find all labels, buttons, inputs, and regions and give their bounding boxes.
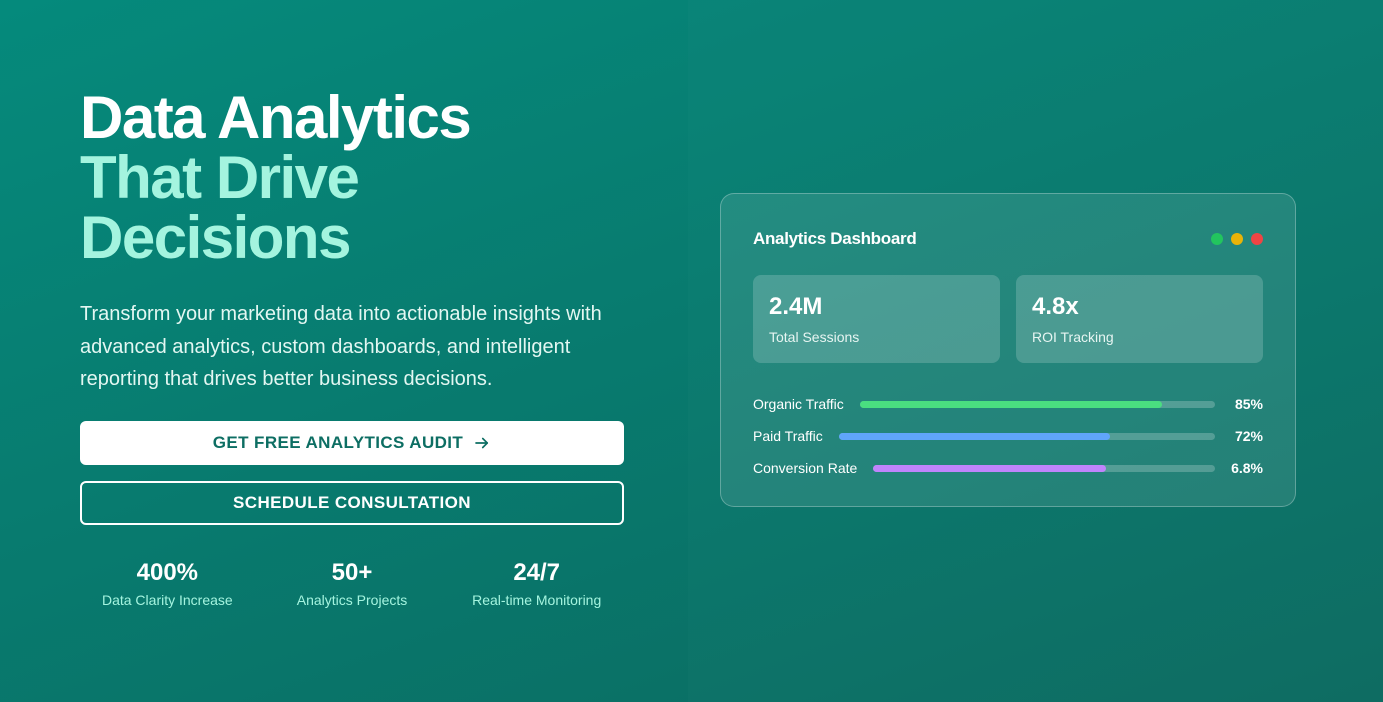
stat-item: 50+ Analytics Projects xyxy=(265,558,440,608)
schedule-consultation-button[interactable]: SCHEDULE CONSULTATION xyxy=(80,481,624,525)
stat-item: 400% Data Clarity Increase xyxy=(80,558,255,608)
stats-row: 400% Data Clarity Increase 50+ Analytics… xyxy=(80,558,624,608)
progress-fill xyxy=(873,464,1106,472)
kpi-label: Total Sessions xyxy=(769,329,860,345)
progress-fill xyxy=(838,432,1110,440)
analytics-dashboard-card: Analytics Dashboard 2.4M Total Sessions … xyxy=(720,193,1296,507)
headline-line-1: Data Analytics xyxy=(80,84,472,151)
stat-value: 400% xyxy=(136,559,199,586)
green-dot-icon xyxy=(1211,233,1223,245)
kpi-value: 4.8x xyxy=(1032,293,1079,320)
get-free-audit-label: GET FREE ANALYTICS AUDIT xyxy=(212,433,464,452)
kpi-value: 2.4M xyxy=(769,293,823,320)
metric-list: Organic Traffic 85% Paid Traffic 72% Con… xyxy=(753,388,1263,484)
window-dots xyxy=(1211,233,1263,245)
hero-section: Data Analytics That Drive Decisions Tran… xyxy=(80,88,640,608)
metric-value: 72% xyxy=(1234,428,1263,444)
kpi-card-roi-tracking: 4.8x ROI Tracking xyxy=(1016,275,1263,363)
metric-label: Conversion Rate xyxy=(753,460,858,476)
metric-label: Organic Traffic xyxy=(753,396,844,412)
headline-accent-line-3: Decisions xyxy=(80,204,351,271)
progress-track xyxy=(873,464,1215,472)
dashboard-header: Analytics Dashboard xyxy=(753,229,1263,249)
schedule-consultation-label: SCHEDULE CONSULTATION xyxy=(233,493,471,512)
headline-accent-line-2: That Drive xyxy=(80,144,360,211)
stat-value: 24/7 xyxy=(513,559,561,586)
metric-row: Conversion Rate 6.8% xyxy=(753,452,1263,484)
stat-label: Real-time Monitoring xyxy=(472,592,602,608)
kpi-label: ROI Tracking xyxy=(1032,329,1114,345)
metric-row: Organic Traffic 85% xyxy=(753,388,1263,420)
metric-value: 85% xyxy=(1234,396,1263,412)
yellow-dot-icon xyxy=(1231,233,1243,245)
kpi-cards: 2.4M Total Sessions 4.8x ROI Tracking xyxy=(753,275,1263,363)
progress-fill xyxy=(859,400,1162,408)
metric-row: Paid Traffic 72% xyxy=(753,420,1263,452)
red-dot-icon xyxy=(1251,233,1263,245)
stat-value: 50+ xyxy=(331,559,373,586)
page-title: Data Analytics That Drive Decisions xyxy=(80,88,640,268)
stat-item: 24/7 Real-time Monitoring xyxy=(449,558,624,608)
metric-label: Paid Traffic xyxy=(753,428,823,444)
progress-track xyxy=(859,400,1215,408)
kpi-card-total-sessions: 2.4M Total Sessions xyxy=(753,275,1000,363)
dashboard-title: Analytics Dashboard xyxy=(753,229,917,248)
arrow-right-icon xyxy=(473,434,491,452)
hero-subtext: Transform your marketing data into actio… xyxy=(80,303,602,390)
get-free-audit-button[interactable]: GET FREE ANALYTICS AUDIT xyxy=(80,421,624,465)
progress-track xyxy=(838,432,1215,440)
stat-label: Analytics Projects xyxy=(296,592,408,608)
metric-value: 6.8% xyxy=(1231,460,1263,476)
stat-label: Data Clarity Increase xyxy=(101,592,233,608)
